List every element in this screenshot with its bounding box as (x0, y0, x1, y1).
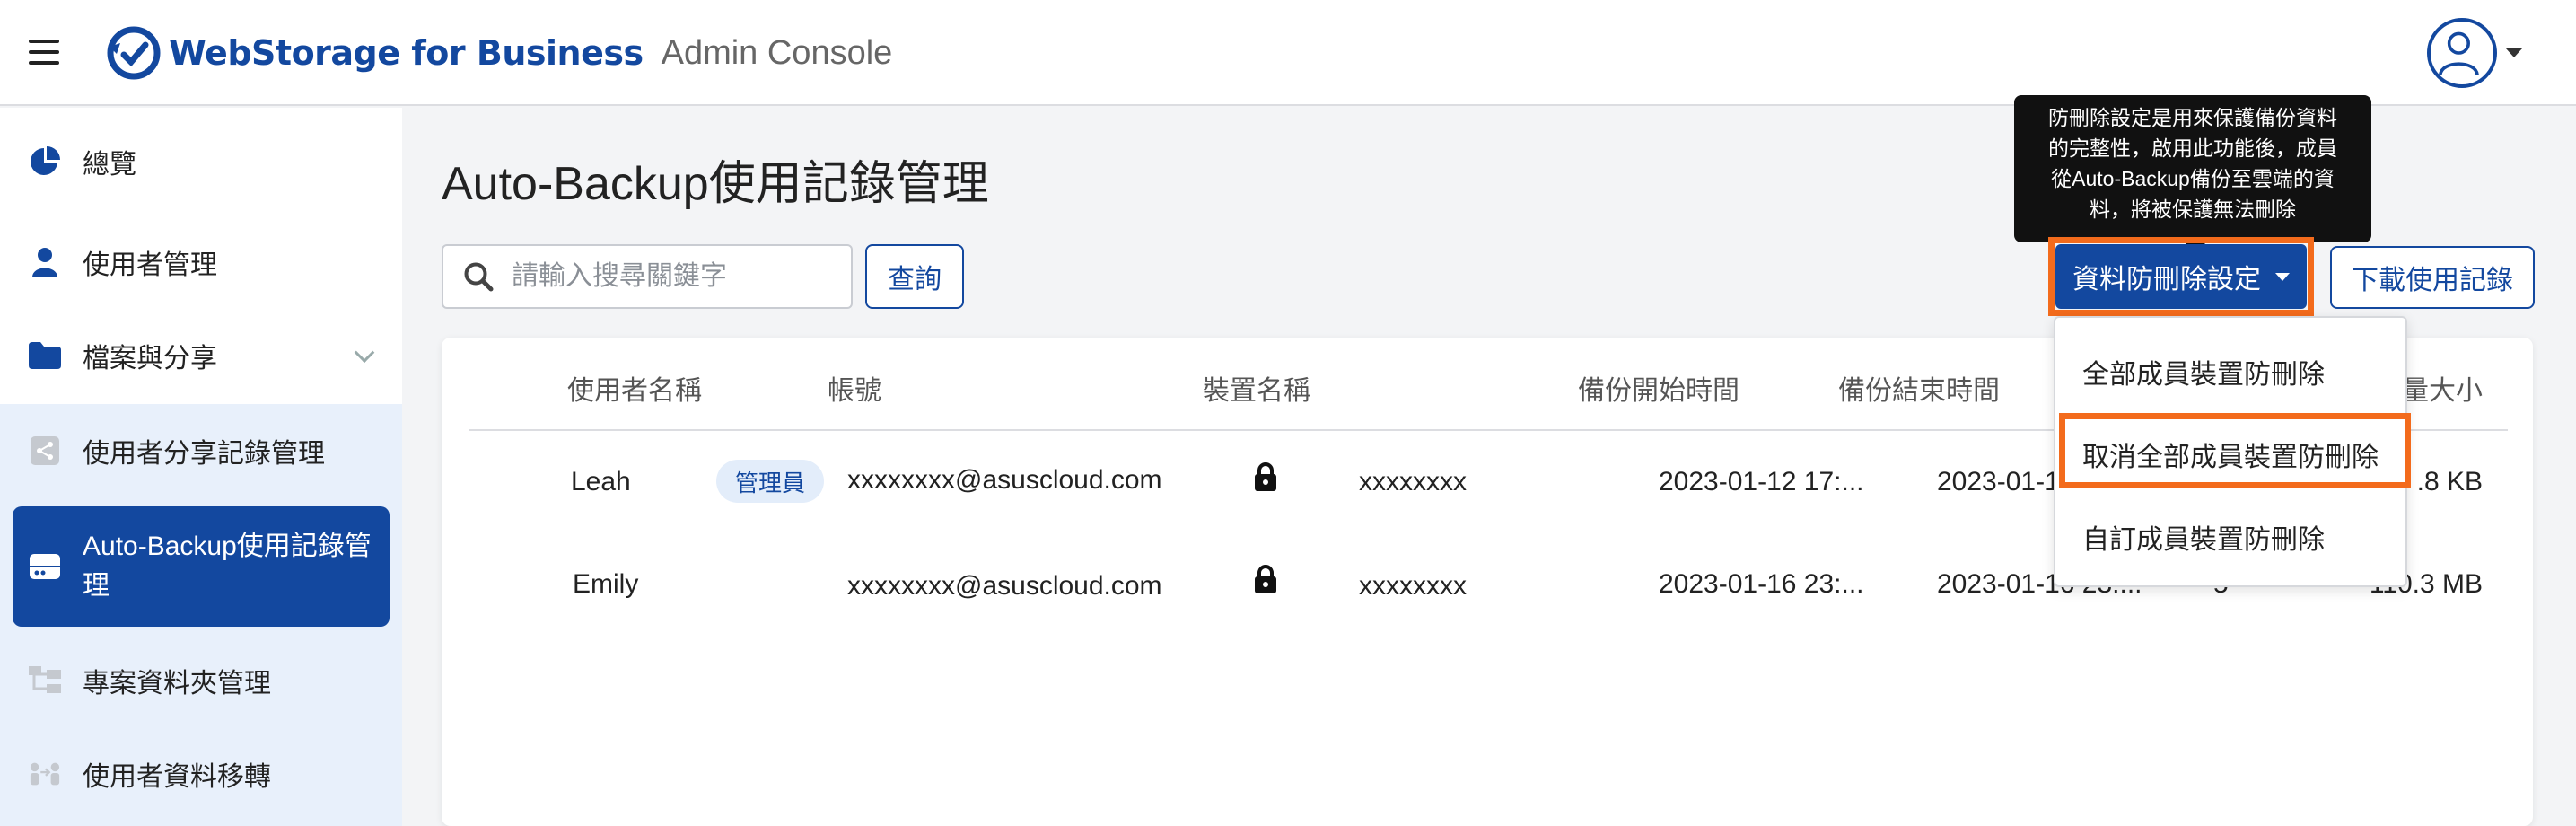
column-header-user[interactable]: 使用者名稱 (567, 368, 702, 408)
sidebar-item-project-folders[interactable]: 專案資料夾管理 (13, 654, 390, 707)
webstorage-logo-icon (107, 26, 161, 80)
sidebar: 總覽 使用者管理 檔案與分享 使用者分享記錄管理 Auto-Backup使用記錄… (0, 108, 402, 826)
download-records-button[interactable]: 下載使用記錄 (2330, 246, 2535, 309)
sidebar-item-auto-backup[interactable]: Auto-Backup使用記錄管理 (13, 506, 390, 627)
cell-backup-start: 2023-01-16 23:... (1659, 569, 1864, 599)
cell-backup-end: 2023-01-1 (1937, 467, 2060, 496)
tooltip-line: 料，將被保護無法刪除 (2090, 198, 2296, 221)
column-header-device[interactable]: 裝置名稱 (1203, 368, 1310, 408)
folder-tree-icon (29, 664, 61, 697)
share-icon (29, 435, 61, 467)
pie-chart-icon (29, 145, 61, 178)
cell-size: .8 KB (2416, 467, 2483, 496)
protect-tooltip: 防刪除設定是用來保護備份資料 的完整性，啟用此功能後，成員 從Auto-Back… (2014, 95, 2371, 253)
tooltip-line: 從Auto-Backup備份至雲端的資 (2051, 167, 2335, 190)
tooltip-line: 防刪除設定是用來保護備份資料 (2048, 106, 2337, 129)
page-title: Auto-Backup使用記錄管理 (442, 158, 989, 210)
search-input[interactable] (512, 261, 835, 292)
sidebar-item-users[interactable]: 使用者管理 (13, 235, 390, 289)
highlight-unprotect-item (2059, 413, 2411, 488)
chevron-down-icon[interactable] (2506, 48, 2522, 57)
transfer-users-icon (29, 758, 61, 790)
brand-logo[interactable]: WebStorage for Business Admin Console (106, 26, 893, 80)
column-header-size[interactable]: 量大小 (2402, 368, 2483, 408)
lock-icon[interactable] (1253, 461, 1278, 492)
folder-icon (29, 339, 61, 372)
admin-badge: 管理員 (716, 460, 824, 503)
column-header-account[interactable]: 帳號 (828, 368, 881, 408)
menu-item-protect-all[interactable]: 全部成員裝置防刪除 (2082, 352, 2325, 391)
query-button[interactable]: 查詢 (865, 244, 964, 309)
cell-user: Emily (573, 569, 639, 599)
cell-user: Leah (571, 467, 631, 496)
sidebar-item-data-transfer[interactable]: 使用者資料移轉 (13, 747, 390, 801)
console-label: Admin Console (661, 33, 893, 72)
cell-account: xxxxxxxx@asuscloud.com (847, 465, 1162, 495)
drive-icon (29, 550, 61, 583)
highlight-protect-button (2048, 237, 2314, 316)
cell-device: xxxxxxxx (1359, 467, 1467, 496)
sidebar-item-label: 使用者管理 (83, 250, 217, 280)
lock-icon[interactable] (1253, 564, 1278, 594)
user-menu[interactable] (2427, 18, 2522, 88)
cell-account: xxxxxxxx@asuscloud.com (847, 571, 1162, 601)
sidebar-item-files[interactable]: 檔案與分享 (13, 329, 390, 382)
user-avatar-icon[interactable] (2427, 18, 2497, 88)
tooltip-line: 的完整性，啟用此功能後，成員 (2048, 136, 2337, 160)
cell-backup-start: 2023-01-12 17:... (1659, 467, 1864, 496)
column-header-backup-end[interactable]: 備份結束時間 (1838, 368, 2000, 408)
menu-item-custom-protect[interactable]: 自訂成員裝置防刪除 (2082, 517, 2325, 557)
sidebar-item-label: Auto-Backup使用記錄管理 (83, 532, 372, 601)
sidebar-item-share-records[interactable]: 使用者分享記錄管理 (13, 424, 390, 478)
sidebar-item-label: 使用者分享記錄管理 (83, 439, 325, 469)
cell-device: xxxxxxxx (1359, 571, 1467, 601)
user-icon (29, 246, 61, 278)
sidebar-item-label: 總覽 (83, 150, 136, 180)
brand-name: WebStorage for Business (169, 33, 644, 73)
sidebar-item-label: 使用者資料移轉 (83, 762, 271, 792)
search-field[interactable] (442, 244, 853, 309)
menu-icon[interactable] (29, 40, 59, 66)
sidebar-item-label: 專案資料夾管理 (83, 669, 271, 699)
search-icon (463, 261, 494, 292)
sidebar-item-label: 檔案與分享 (83, 344, 217, 373)
sidebar-item-overview[interactable]: 總覽 (13, 135, 390, 189)
top-bar: WebStorage for Business Admin Console (0, 0, 2576, 106)
chevron-down-icon[interactable] (354, 342, 375, 364)
column-header-backup-start[interactable]: 備份開始時間 (1578, 368, 1739, 408)
